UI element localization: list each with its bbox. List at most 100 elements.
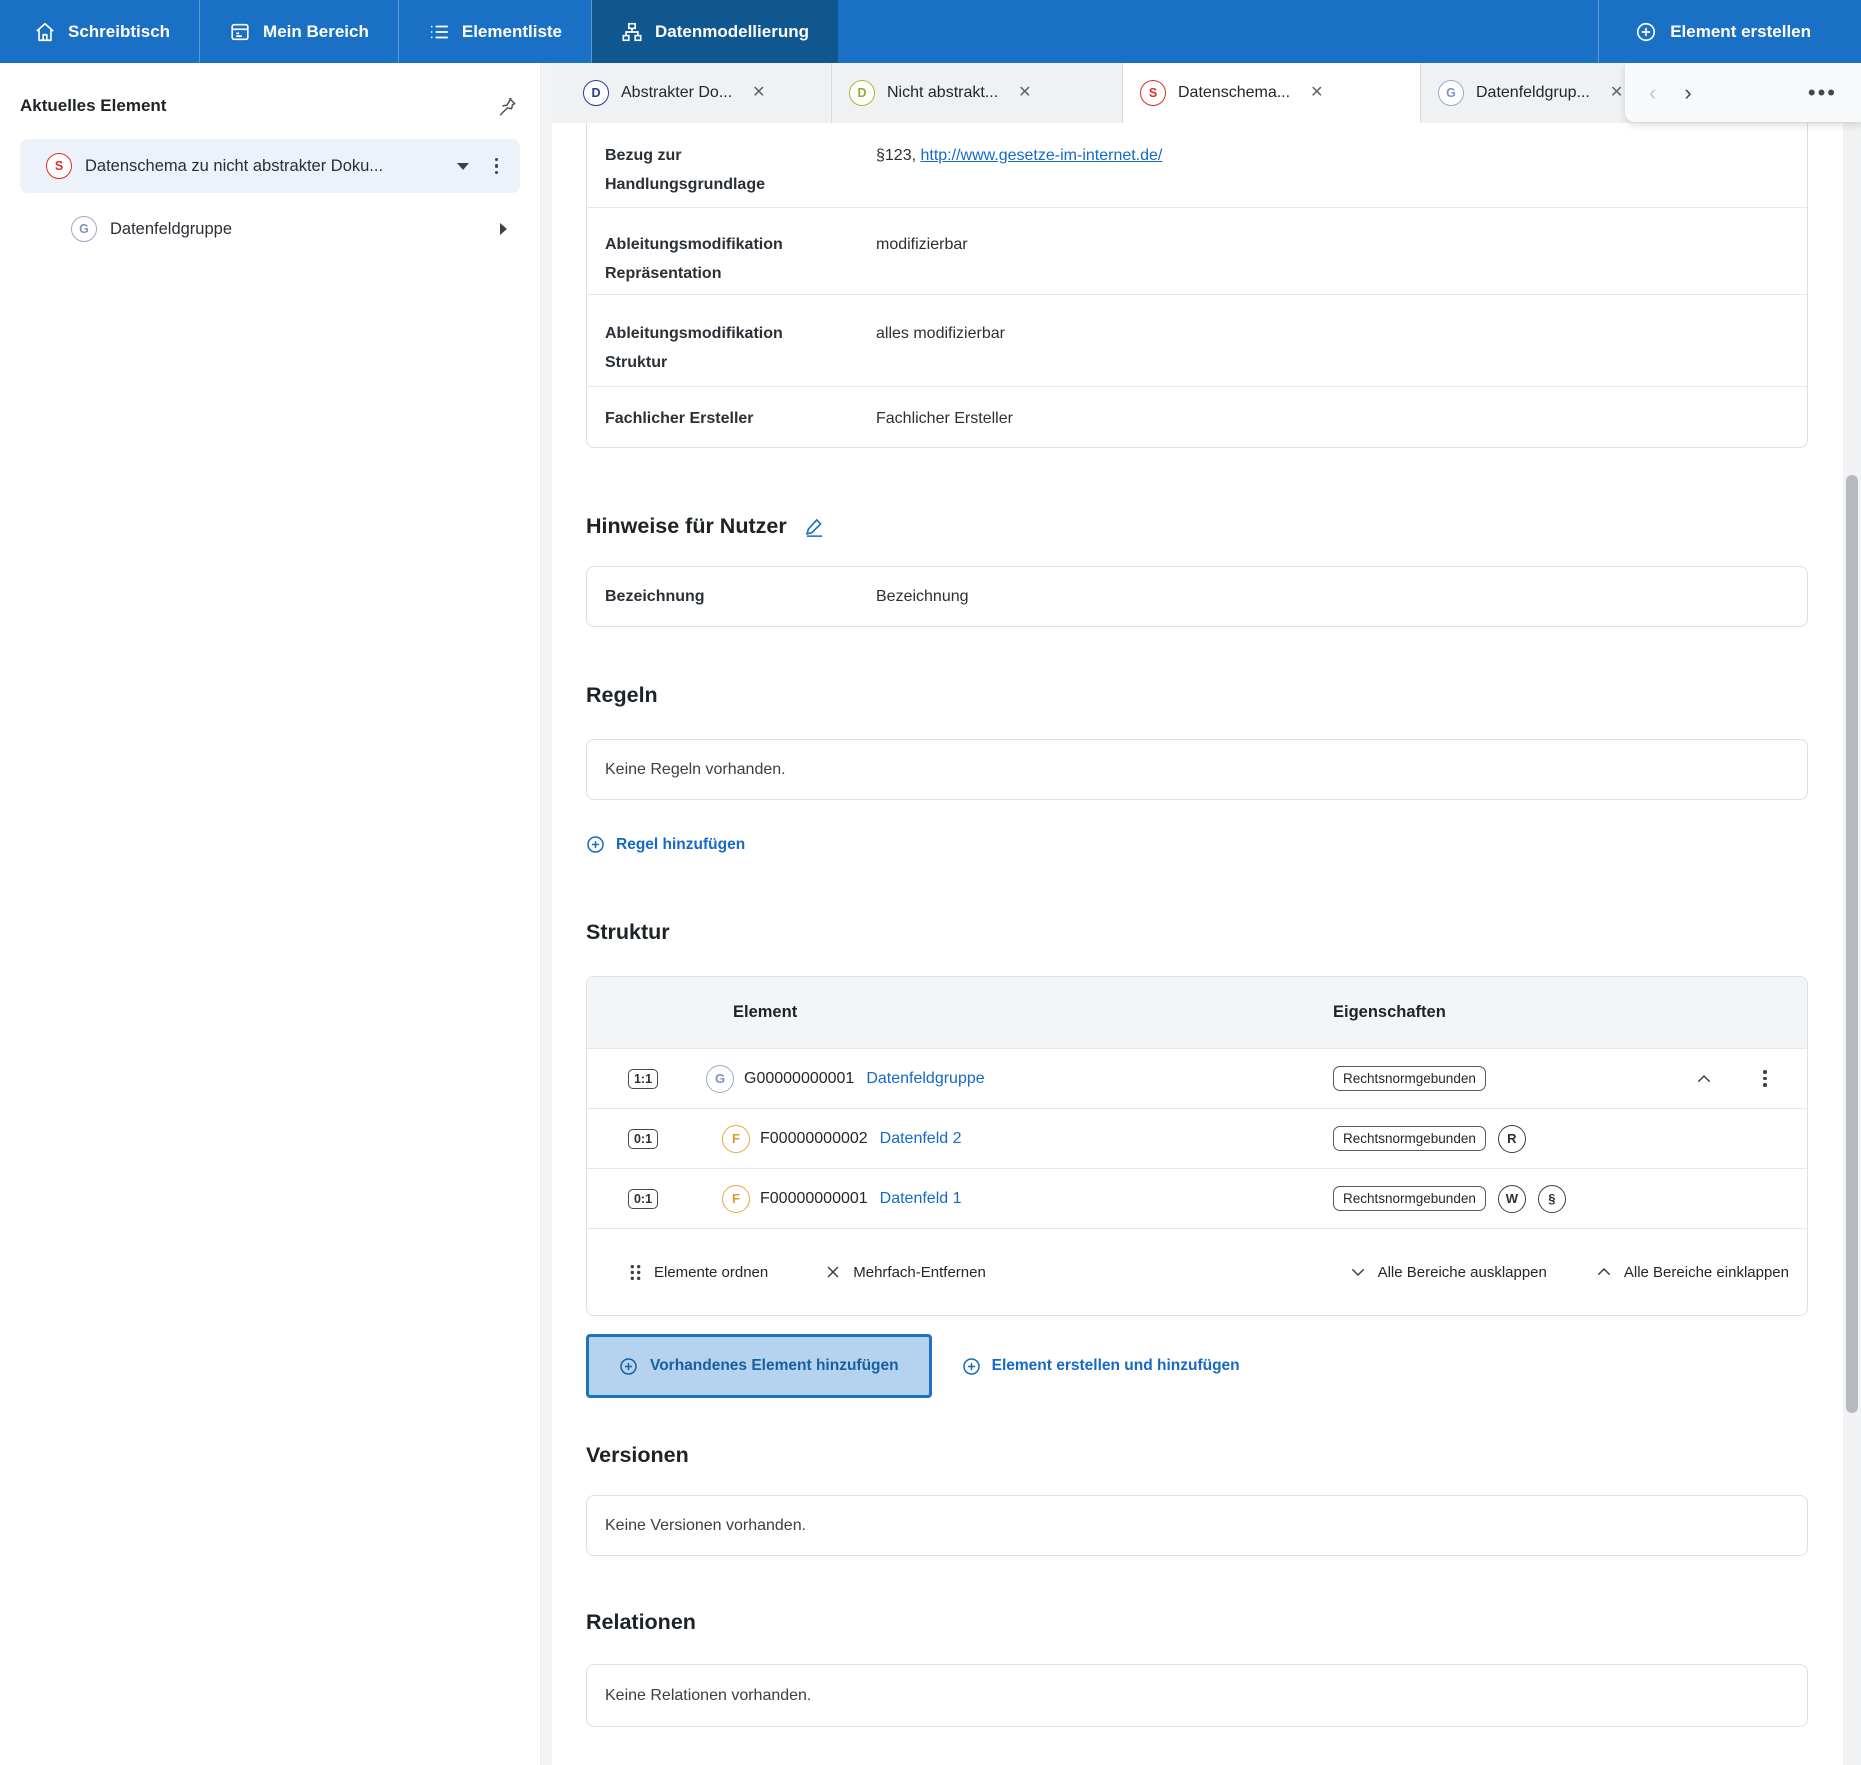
nav-item-mein-bereich[interactable]: Mein Bereich	[200, 0, 399, 63]
schema-letter-icon: S	[1140, 80, 1166, 106]
section-title: Struktur	[586, 920, 670, 945]
element-code: F00000000001	[760, 1190, 868, 1208]
rechtsnormgebunden-badge: Rechtsnormgebunden	[1333, 1126, 1486, 1151]
law-url-link[interactable]: http://www.gesetze-im-internet.de/	[920, 147, 1162, 164]
element-name-link[interactable]: Datenfeld 1	[880, 1190, 962, 1208]
sidebar-item-datenfeldgruppe[interactable]: G Datenfeldgruppe	[20, 207, 520, 251]
tabs-prev-icon[interactable]: ‹	[1649, 80, 1656, 106]
sidebar-title: Aktuelles Element	[20, 96, 166, 116]
tab-label: Datenfeldgrup...	[1476, 84, 1590, 102]
property-label: Ableitungsmodifikation Struktur	[605, 320, 825, 378]
sitemap-icon	[621, 21, 643, 43]
law-reference-text: §123,	[876, 147, 920, 164]
property-label: Bezug zur Handlungsgrundlage	[605, 142, 825, 200]
empty-state-text: Keine Versionen vorhanden.	[605, 1517, 806, 1535]
column-header-element: Element	[733, 1003, 797, 1022]
edit-icon[interactable]	[804, 516, 825, 537]
chevron-up-icon	[1595, 1263, 1613, 1281]
chevron-down-icon	[1349, 1263, 1367, 1281]
property-row: Fachlicher Ersteller Fachlicher Erstelle…	[587, 387, 1807, 447]
close-icon[interactable]: ✕	[1610, 85, 1623, 101]
order-elements-button[interactable]: Elemente ordnen	[628, 1264, 768, 1281]
column-header-eigenschaften: Eigenschaften	[1333, 1003, 1446, 1022]
table-row-datenfeld-1: 0:1 F F00000000001 Datenfeld 1 Rechtsnor…	[587, 1169, 1807, 1229]
x-icon	[824, 1263, 842, 1281]
tab-datenschema[interactable]: S Datenschema... ✕	[1123, 63, 1421, 123]
tab-label: Abstrakter Do...	[621, 84, 732, 102]
property-value: §123, http://www.gesetze-im-internet.de/	[876, 142, 1162, 171]
close-icon[interactable]: ✕	[1018, 85, 1031, 101]
nav-item-datenmodellierung[interactable]: Datenmodellierung	[592, 0, 838, 63]
table-row-datenfeld-2: 0:1 F F00000000002 Datenfeld 2 Rechtsnor…	[587, 1109, 1807, 1169]
property-value: Bezeichnung	[876, 587, 969, 606]
element-properties-card: Bezug zur Handlungsgrundlage §123, http:…	[586, 123, 1808, 448]
sidebar-item-label: Datenschema zu nicht abstrakter Doku...	[85, 157, 383, 176]
nav-item-schreibtisch[interactable]: Schreibtisch	[0, 0, 200, 63]
tab-label: Nicht abstrakt...	[887, 84, 998, 102]
multi-remove-button[interactable]: Mehrfach-Entfernen	[824, 1263, 986, 1281]
element-name-link[interactable]: Datenfeld 2	[880, 1130, 962, 1148]
structure-table-header: Element Eigenschaften	[587, 977, 1807, 1049]
r-mark-icon: R	[1498, 1125, 1526, 1153]
field-letter-icon: F	[722, 1185, 750, 1213]
create-element-button[interactable]: Element erstellen	[1598, 0, 1861, 63]
tab-nicht-abstrakter-dokument[interactable]: D Nicht abstrakt... ✕	[832, 63, 1123, 123]
close-icon[interactable]: ✕	[1310, 85, 1323, 101]
rechtsnormgebunden-badge: Rechtsnormgebunden	[1333, 1186, 1486, 1211]
row-menu-icon[interactable]	[1763, 1070, 1767, 1087]
regeln-empty-card: Keine Regeln vorhanden.	[586, 739, 1808, 800]
top-navigation: Schreibtisch Mein Bereich Elementliste D…	[0, 0, 1861, 63]
group-letter-icon: G	[71, 216, 97, 242]
close-icon[interactable]: ✕	[752, 85, 765, 101]
hinweise-card: Bezeichnung Bezeichnung	[586, 566, 1808, 627]
tab-label: Datenschema...	[1178, 84, 1290, 102]
tabs-more-icon[interactable]: •••	[1808, 80, 1837, 106]
create-and-add-element-label: Element erstellen und hinzufügen	[992, 1357, 1240, 1375]
nav-item-label: Datenmodellierung	[655, 22, 809, 42]
property-row: Ableitungsmodifikation Repräsentation mo…	[587, 208, 1807, 295]
property-row: Bezug zur Handlungsgrundlage §123, http:…	[587, 123, 1807, 208]
element-detail-panel: Bezug zur Handlungsgrundlage §123, http:…	[552, 123, 1843, 1765]
rechtsnormgebunden-badge: Rechtsnormgebunden	[1333, 1066, 1486, 1091]
section-title: Regeln	[586, 683, 658, 708]
tab-overflow-panel: ‹ › •••	[1625, 63, 1861, 122]
property-label: Bezeichnung	[605, 587, 825, 606]
vertical-scrollbar-track[interactable]	[1843, 123, 1861, 1765]
nav-item-elementliste[interactable]: Elementliste	[399, 0, 592, 63]
collapse-all-button[interactable]: Alle Bereiche einklappen	[1595, 1263, 1789, 1281]
cardinality-badge: 0:1	[628, 1129, 658, 1149]
empty-state-text: Keine Regeln vorhanden.	[605, 761, 786, 779]
section-heading-regeln: Regeln	[586, 683, 1843, 708]
collapse-row-icon[interactable]	[1695, 1070, 1713, 1088]
create-and-add-element-button[interactable]: Element erstellen und hinzufügen	[962, 1357, 1240, 1376]
expand-all-label: Alle Bereiche ausklappen	[1378, 1264, 1547, 1281]
tab-abstrakter-dokument[interactable]: D Abstrakter Do... ✕	[566, 63, 832, 123]
group-letter-icon: G	[706, 1065, 734, 1093]
add-rule-button[interactable]: Regel hinzufügen	[586, 835, 745, 854]
chevron-down-icon[interactable]	[457, 163, 469, 170]
add-rule-label: Regel hinzufügen	[616, 836, 745, 854]
sidebar-item-datenschema[interactable]: S Datenschema zu nicht abstrakter Doku..…	[20, 139, 520, 193]
tabs-next-icon[interactable]: ›	[1684, 80, 1691, 106]
cardinality-badge: 1:1	[628, 1069, 658, 1089]
vertical-scrollbar-thumb[interactable]	[1846, 475, 1858, 1413]
element-name-link[interactable]: Datenfeldgruppe	[866, 1070, 984, 1088]
section-title: Hinweise für Nutzer	[586, 514, 787, 539]
schema-letter-icon: S	[46, 153, 72, 179]
property-label: Fachlicher Ersteller	[605, 409, 825, 428]
section-heading-struktur: Struktur	[586, 920, 1843, 945]
workspace-icon	[229, 21, 251, 43]
section-heading-versionen: Versionen	[586, 1443, 1843, 1468]
list-icon	[428, 21, 450, 43]
element-code: G00000000001	[744, 1070, 854, 1088]
kebab-menu-icon[interactable]	[495, 158, 499, 175]
pin-icon[interactable]	[496, 95, 518, 117]
expand-all-button[interactable]: Alle Bereiche ausklappen	[1349, 1263, 1547, 1281]
chevron-right-icon[interactable]	[500, 223, 507, 235]
element-properties: Rechtsnormgebunden W §	[1333, 1185, 1566, 1213]
section-heading-hinweise: Hinweise für Nutzer	[586, 514, 1843, 539]
topbar-spacer	[838, 0, 1598, 63]
group-letter-icon: G	[1438, 80, 1464, 106]
add-existing-element-button[interactable]: Vorhandenes Element hinzufügen	[586, 1334, 932, 1398]
doc-letter-icon: D	[849, 80, 875, 106]
